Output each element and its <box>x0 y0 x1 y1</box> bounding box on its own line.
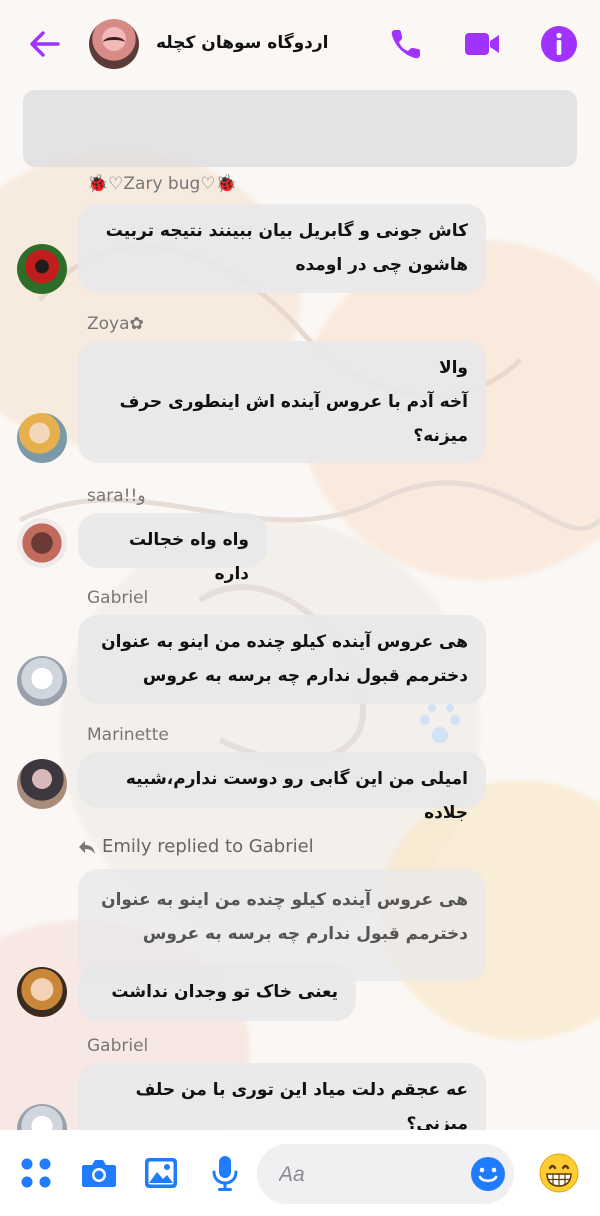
message-bubble[interactable]: والا آخه آدم با عروس آینده اش اینطوری حر… <box>78 341 486 463</box>
conversation-title[interactable]: اردوگاه سوهان کچله <box>156 33 329 53</box>
message-bubble[interactable]: هی عروس آینده کیلو چنده من اینو به عنوان… <box>78 615 486 704</box>
message-bubble[interactable]: یعنی خاک تو وجدان نداشت <box>78 965 356 1021</box>
avatar[interactable] <box>17 967 67 1017</box>
gallery-icon[interactable] <box>141 1153 181 1193</box>
pinned-message-banner[interactable] <box>23 90 577 167</box>
reply-arrow-icon <box>79 840 95 854</box>
avatar[interactable] <box>17 413 67 463</box>
sender-name: Gabriel <box>87 1036 149 1056</box>
avatar[interactable] <box>17 656 67 706</box>
emoji-icon[interactable] <box>469 1155 507 1193</box>
message-bubble[interactable]: عه عجقم دلت میاد این توری با من حلف میزن… <box>78 1063 486 1130</box>
video-camera-icon[interactable] <box>462 24 502 64</box>
grinning-face-icon[interactable] <box>538 1152 580 1194</box>
message-list[interactable]: 🐞♡Zary bug♡🐞 کاش جونی و گابریل بیان ببین… <box>0 0 600 1130</box>
sender-name: Zoya✿ <box>87 314 144 334</box>
conversation-header: اردوگاه سوهان کچله <box>0 0 600 88</box>
message-bubble[interactable]: واه واه خجالت داره <box>78 513 267 584</box>
message-input-box[interactable] <box>257 1144 514 1204</box>
sender-name: 🐞♡Zary bug♡🐞 <box>87 174 237 194</box>
reply-indicator: Emily replied to Gabriel <box>78 836 314 857</box>
reply-label-text: Emily replied to Gabriel <box>102 836 314 857</box>
message-bubble[interactable]: امیلی من این گابی رو دوست ندارم،شبیه جلا… <box>78 752 486 823</box>
avatar[interactable] <box>17 518 67 568</box>
camera-icon[interactable] <box>79 1153 119 1193</box>
group-avatar[interactable] <box>89 19 139 69</box>
phone-icon[interactable] <box>386 24 426 64</box>
message-input[interactable] <box>277 1156 461 1194</box>
message-bubble[interactable]: کاش جونی و گابریل بیان ببینند نتیجه تربی… <box>78 204 486 293</box>
avatar[interactable] <box>17 759 67 809</box>
sender-name: Gabriel <box>87 588 149 608</box>
info-icon[interactable] <box>539 24 579 64</box>
microphone-icon[interactable] <box>205 1153 245 1193</box>
sender-name: Marinette <box>87 725 169 745</box>
back-arrow-icon[interactable] <box>26 26 62 62</box>
avatar[interactable] <box>17 1104 67 1130</box>
sender-name: sara!!و <box>87 486 146 506</box>
apps-grid-icon[interactable] <box>16 1153 56 1193</box>
avatar[interactable] <box>17 244 67 294</box>
